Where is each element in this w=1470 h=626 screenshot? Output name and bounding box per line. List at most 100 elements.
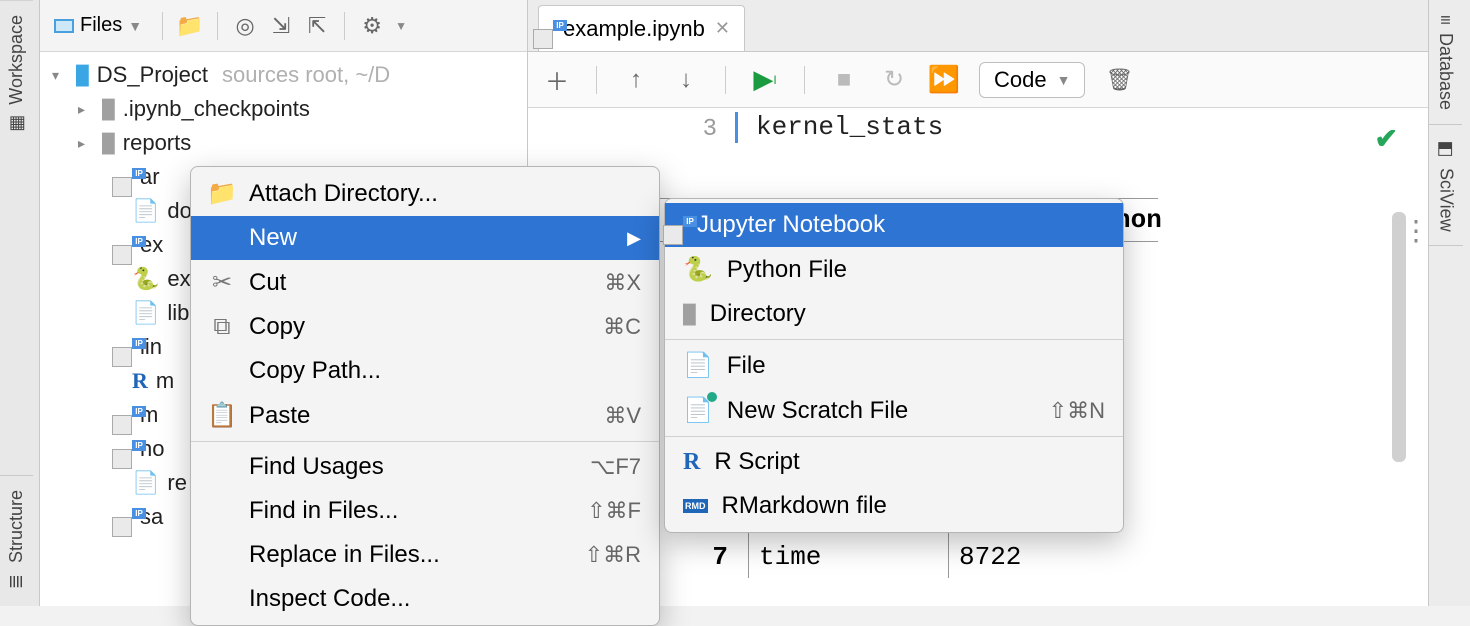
- menu-item-label: Jupyter Notebook: [697, 211, 885, 239]
- separator: [596, 66, 597, 94]
- restart-icon[interactable]: ↻: [879, 65, 909, 95]
- database-tab[interactable]: ≡ Database: [1429, 0, 1462, 125]
- menu-item-label: Cut: [249, 269, 286, 297]
- chevron-down-icon: ▼: [128, 18, 142, 34]
- tree-item[interactable]: ▸ █ .ipynb_checkpoints: [44, 92, 523, 126]
- shortcut: ⌘X: [604, 270, 641, 296]
- menu-item[interactable]: Find Usages ⌥F7: [191, 445, 659, 489]
- menu-item[interactable]: 📁Attach Directory...: [191, 171, 659, 216]
- tree-item-label: ex: [167, 266, 190, 292]
- notebook-toolbar: ＋ ↑ ↓ ▶I ■ ↻ ⏩ Code ▼ 🗑: [528, 52, 1428, 108]
- menu-item-label: R Script: [714, 448, 799, 476]
- editor-tab-label: example.ipynb: [563, 16, 705, 42]
- add-folder-icon[interactable]: 📁: [177, 13, 203, 39]
- collapse-all-icon[interactable]: ⇱: [304, 13, 330, 39]
- add-cell-icon[interactable]: ＋: [542, 65, 572, 95]
- tree-item-label: .ipynb_checkpoints: [123, 96, 310, 122]
- menu-item[interactable]: ✂Cut ⌘X: [191, 260, 659, 305]
- structure-tab[interactable]: ≣ Structure: [0, 475, 33, 606]
- menu-item[interactable]: 🐍Python File: [665, 247, 1123, 292]
- menu-item-label: Copy Path...: [249, 357, 381, 385]
- project-toolbar: Files ▼ 📁 ◎ ⇲ ⇱ ⚙ ▼: [40, 0, 527, 52]
- text-file-icon: 📄: [683, 351, 713, 380]
- editor-tab[interactable]: IP example.ipynb ✕: [538, 5, 745, 51]
- sciview-tab[interactable]: ◧ SciView: [1429, 125, 1463, 247]
- target-icon[interactable]: ◎: [232, 13, 258, 39]
- menu-item[interactable]: 📄File: [665, 343, 1123, 388]
- editor-tabbar: IP example.ipynb ✕: [528, 0, 1428, 52]
- python-file-icon: 🐍: [683, 255, 713, 284]
- menu-item[interactable]: Find in Files... ⇧⌘F: [191, 489, 659, 533]
- menu-item[interactable]: █ Directory: [665, 292, 1123, 336]
- shortcut: ⇧⌘R: [585, 542, 641, 568]
- move-down-icon[interactable]: ↓: [671, 65, 701, 95]
- menu-item[interactable]: RMDRMarkdown file: [665, 484, 1123, 528]
- table-row: 7 time 8722: [628, 536, 1158, 578]
- run-all-icon[interactable]: ⏩: [929, 65, 959, 95]
- td-col2: 8722: [948, 536, 1158, 578]
- r-file-icon: R: [683, 449, 700, 476]
- more-options-icon[interactable]: ⋮: [1402, 214, 1430, 247]
- code-text[interactable]: kernel_stats: [738, 112, 943, 143]
- line-gutter: 3: [528, 112, 738, 143]
- run-cell-icon[interactable]: ▶I: [750, 65, 780, 95]
- menu-item[interactable]: Copy Path...: [191, 349, 659, 393]
- scrollbar-thumb[interactable]: [1392, 212, 1406, 462]
- workspace-tab[interactable]: ▦ Workspace: [0, 0, 33, 148]
- close-icon[interactable]: ✕: [715, 18, 730, 39]
- code-cell[interactable]: 3 kernel_stats: [528, 108, 1428, 143]
- folder-icon: █: [102, 99, 115, 120]
- stop-icon[interactable]: ■: [829, 65, 859, 95]
- td-col1: time: [748, 536, 948, 578]
- text-file-icon: 📄: [132, 198, 159, 224]
- shortcut: ⇧⌘F: [587, 498, 641, 524]
- menu-item-label: Find Usages: [249, 453, 384, 481]
- menu-item[interactable]: IPJupyter Notebook: [665, 203, 1123, 247]
- cell-type-dropdown[interactable]: Code ▼: [979, 62, 1085, 98]
- menu-item[interactable]: New ▶: [191, 216, 659, 260]
- sciview-icon: ◧: [1436, 138, 1457, 160]
- menu-item[interactable]: ⧉Copy ⌘C: [191, 305, 659, 349]
- menu-item-label: Copy: [249, 313, 305, 341]
- delete-cell-icon[interactable]: 🗑: [1105, 67, 1133, 93]
- settings-icon[interactable]: ⚙: [359, 13, 385, 39]
- separator: [804, 66, 805, 94]
- move-up-icon[interactable]: ↑: [621, 65, 651, 95]
- chevron-right-icon: ▶: [627, 228, 641, 249]
- menu-item[interactable]: Inspect Code...: [191, 577, 659, 621]
- menu-item-label: Directory: [710, 300, 806, 328]
- context-menu[interactable]: 📁Attach Directory... New ▶ ✂Cut ⌘X ⧉Copy…: [190, 166, 660, 626]
- menu-separator: [665, 436, 1123, 437]
- tree-root[interactable]: ▾ █ DS_Project sources root, ~/D: [44, 58, 523, 92]
- tree-item[interactable]: ▸ █ reports: [44, 126, 523, 160]
- cell-type-label: Code: [994, 67, 1047, 93]
- python-file-icon: 🐍: [132, 266, 159, 292]
- menu-item[interactable]: R R Script: [665, 440, 1123, 484]
- menu-item[interactable]: Replace in Files... ⇧⌘R: [191, 533, 659, 577]
- expand-all-icon[interactable]: ⇲: [268, 13, 294, 39]
- root-name: DS_Project: [97, 62, 208, 88]
- text-file-icon: 📄: [132, 470, 159, 496]
- tree-item-label: m: [156, 368, 174, 394]
- menu-separator: [191, 441, 659, 442]
- menu-separator: [665, 339, 1123, 340]
- files-selector[interactable]: Files ▼: [48, 10, 148, 41]
- chevron-right-icon[interactable]: ▸: [78, 101, 94, 118]
- chevron-down-icon[interactable]: ▾: [52, 67, 68, 84]
- folder-icon: █: [683, 304, 696, 325]
- status-ok-icon: ✔: [1375, 122, 1398, 155]
- shortcut: ⌘C: [603, 314, 641, 340]
- menu-item[interactable]: 📄New Scratch File ⇧⌘N: [665, 388, 1123, 433]
- new-submenu[interactable]: IPJupyter Notebook 🐍Python File █ Directo…: [664, 198, 1124, 533]
- database-icon: ≡: [1440, 9, 1451, 30]
- menu-item-label: Replace in Files...: [249, 541, 440, 569]
- menu-item-label: New: [249, 224, 297, 252]
- menu-item[interactable]: 📋Paste ⌘V: [191, 393, 659, 438]
- tree-item-label: lib: [167, 300, 189, 326]
- structure-icon: ≣: [6, 574, 27, 589]
- sciview-label: SciView: [1436, 168, 1457, 232]
- files-label: Files: [80, 14, 122, 37]
- tree-item-label: re: [167, 470, 187, 496]
- chevron-right-icon[interactable]: ▸: [78, 135, 94, 152]
- files-icon: [54, 19, 74, 33]
